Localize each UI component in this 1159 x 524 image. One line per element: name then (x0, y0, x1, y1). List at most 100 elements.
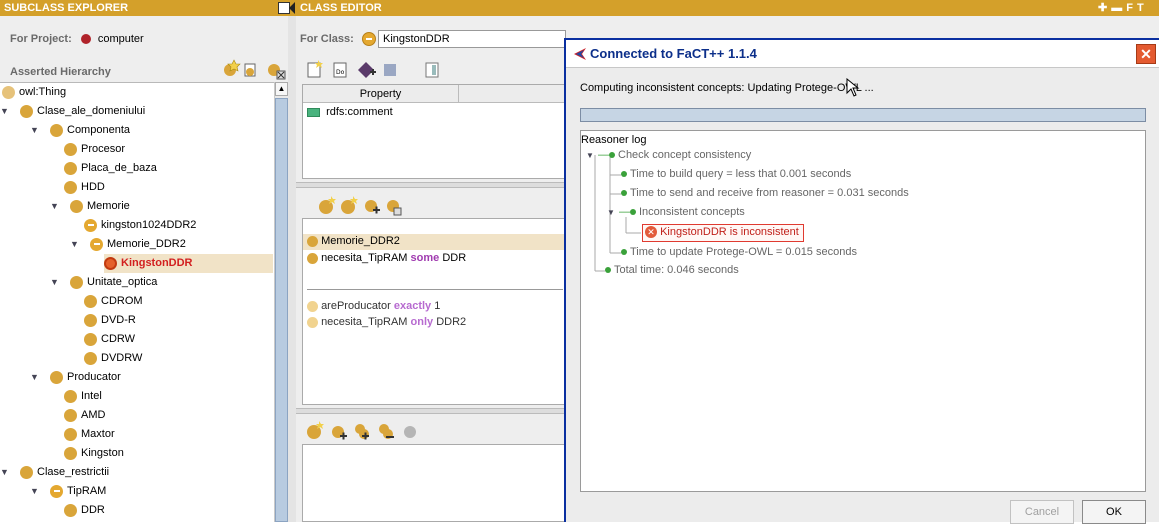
disjoints-toolbar-icons (307, 421, 416, 440)
tree-node[interactable]: ▼ Clase_ale_domeniului (0, 102, 145, 121)
expand-triangle-icon[interactable]: ▼ (30, 482, 42, 501)
class-icon (50, 123, 63, 137)
tree-node[interactable]: CDROM (84, 292, 143, 311)
tree-node[interactable]: Placa_de_baza (64, 159, 157, 178)
collapse-arrow-icon[interactable] (289, 2, 295, 14)
float-panel-icon[interactable]: F (1126, 2, 1137, 14)
create-subclass-icon (224, 59, 241, 76)
tree-node[interactable]: CDRW (84, 330, 135, 349)
class-icon (64, 446, 77, 460)
tree-node[interactable]: Intel (64, 387, 102, 406)
tree-node[interactable]: ▼ Componenta (30, 121, 130, 140)
view-icon (425, 62, 439, 78)
expand-triangle-icon[interactable]: ▼ (607, 208, 619, 217)
pin-panel-icon[interactable]: T (1137, 2, 1148, 14)
create-restriction-icon (341, 196, 358, 214)
close-icon[interactable]: ✕ (1136, 44, 1156, 64)
disjoints-list[interactable] (302, 444, 566, 522)
defined-class-icon (362, 32, 376, 46)
expand-triangle-icon[interactable]: ▼ (0, 102, 12, 121)
tree-node-label: Unitate_optica (87, 276, 158, 288)
tree-node[interactable]: Maxtor (64, 425, 115, 444)
splitter[interactable] (288, 16, 296, 522)
superclass-icon (307, 252, 318, 264)
tree-node[interactable]: DDR (64, 501, 105, 520)
inherited-name: necesita_TipRAM (321, 316, 408, 328)
restriction-filler: DDR (442, 252, 467, 264)
tree-node[interactable]: ▼ Producator (30, 368, 121, 387)
expand-triangle-icon[interactable]: ▼ (30, 368, 42, 387)
editor-divider-2[interactable] (296, 408, 566, 414)
inherited-row-1[interactable]: necesita_TipRAM only DDR2 (307, 316, 466, 328)
inherited-restriction-icon (307, 316, 318, 328)
dialog-title: Connected to FaCT++ 1.1.4 (590, 46, 757, 61)
tree-scrollbar[interactable]: ▲ (274, 82, 288, 522)
expand-triangle-icon[interactable]: ▼ (586, 151, 598, 160)
tree-node[interactable]: ▼ Memorie_DDR2 (70, 235, 186, 254)
class-icon (64, 389, 77, 403)
create-expression-icon (319, 196, 336, 214)
remove-siblings-icon (379, 424, 394, 439)
log-bullet-icon (630, 209, 636, 216)
tree-node[interactable]: DVD-R (84, 311, 136, 330)
tree-node[interactable]: ▼ Memorie (50, 197, 130, 216)
restriction-keyword: some (410, 252, 440, 264)
inherited-row-0[interactable]: areProducator exactly 1 (307, 300, 440, 312)
property-row[interactable]: rdfs:comment (307, 106, 393, 118)
superclass-row-1[interactable]: necesita_TipRAM some DDR (307, 252, 466, 264)
expand-triangle-icon[interactable]: ▼ (30, 121, 42, 140)
dialog-title-bar[interactable]: Connected to FaCT++ 1.1.4 ✕ (566, 40, 1159, 68)
class-label: For Class: (300, 33, 354, 45)
restriction-keyword: only (410, 316, 434, 328)
expand-triangle-icon[interactable]: ▼ (50, 273, 62, 292)
log-bullet-icon (605, 267, 611, 274)
minimize-panel-icon[interactable]: ▬ (1111, 2, 1126, 14)
inconsistent-class-entry[interactable]: ✕ KingstonDDR is inconsistent (642, 224, 804, 242)
delete-class-icon (268, 64, 286, 80)
value-column-header[interactable] (459, 85, 567, 103)
tree-node[interactable]: owl:Thing (2, 83, 66, 102)
add-panel-icon[interactable]: ✚ (1098, 2, 1111, 14)
property-table[interactable]: Property rdfs:comment (302, 84, 567, 179)
tree-node-label: HDD (81, 181, 105, 193)
property-column-header[interactable]: Property (303, 85, 459, 103)
tree-node[interactable]: KingstonDDR (104, 254, 273, 273)
log-check-concept[interactable]: ▼ — Check concept consistency (586, 149, 751, 161)
tree-node[interactable]: DVDRW (84, 349, 142, 368)
class-icon (84, 294, 97, 308)
ok-button[interactable]: OK (1082, 500, 1146, 524)
tree-node[interactable]: ▼ Unitate_optica (50, 273, 157, 292)
tree-node[interactable]: ▼ Clase_restrictii (0, 463, 109, 482)
cancel-button[interactable]: Cancel (1010, 500, 1074, 524)
tree-node-label: Intel (81, 390, 102, 402)
log-update-protege: Time to update Protege-OWL = 0.015 secon… (621, 246, 857, 258)
editor-divider[interactable] (296, 182, 566, 188)
tree-node[interactable]: HDD (64, 178, 105, 197)
class-name-field[interactable]: KingstonDDR (378, 30, 566, 48)
tree-node[interactable]: ▼ TipRAM (30, 482, 106, 501)
mouse-cursor-icon (846, 78, 860, 97)
reasoner-dialog: Connected to FaCT++ 1.1.4 ✕ Computing in… (564, 38, 1159, 524)
tree-node-label: CDRW (101, 333, 136, 345)
tree-node-label: DVDRW (101, 352, 143, 364)
reasoner-log-panel[interactable]: Reasoner log ▼ — Check concept consistency… (580, 130, 1146, 492)
scroll-thumb[interactable] (275, 98, 288, 522)
expand-triangle-icon[interactable]: ▼ (70, 235, 82, 254)
class-tree[interactable]: owl:Thing ▼ Clase_ale_domeniului ▼ Component… (0, 82, 274, 522)
conditions-list[interactable]: Memorie_DDR2 necesita_TipRAM some DDR ar… (302, 218, 567, 405)
class-icon (64, 427, 77, 441)
expand-triangle-icon[interactable]: ▼ (0, 463, 12, 482)
expand-triangle-icon[interactable]: ▼ (50, 197, 62, 216)
tree-node[interactable]: kingston1024DDR2 (84, 216, 196, 235)
hierarchy-toolbar (222, 58, 292, 83)
superclass-row-0[interactable]: Memorie_DDR2 (307, 235, 400, 247)
tree-node[interactable]: Kingston (64, 444, 124, 463)
editor-window-controls: ✚▬FT (1098, 1, 1148, 14)
tree-node[interactable]: Procesor (64, 140, 125, 159)
superclass-name: necesita_TipRAM (321, 252, 408, 264)
scroll-up-arrow-icon[interactable]: ▲ (275, 82, 288, 96)
progress-bar (580, 108, 1146, 122)
tree-node[interactable]: AMD (64, 406, 105, 425)
annotation-toolbar: Do (306, 60, 446, 83)
log-inconsistent-concepts[interactable]: ▼ — Inconsistent concepts (607, 206, 745, 218)
